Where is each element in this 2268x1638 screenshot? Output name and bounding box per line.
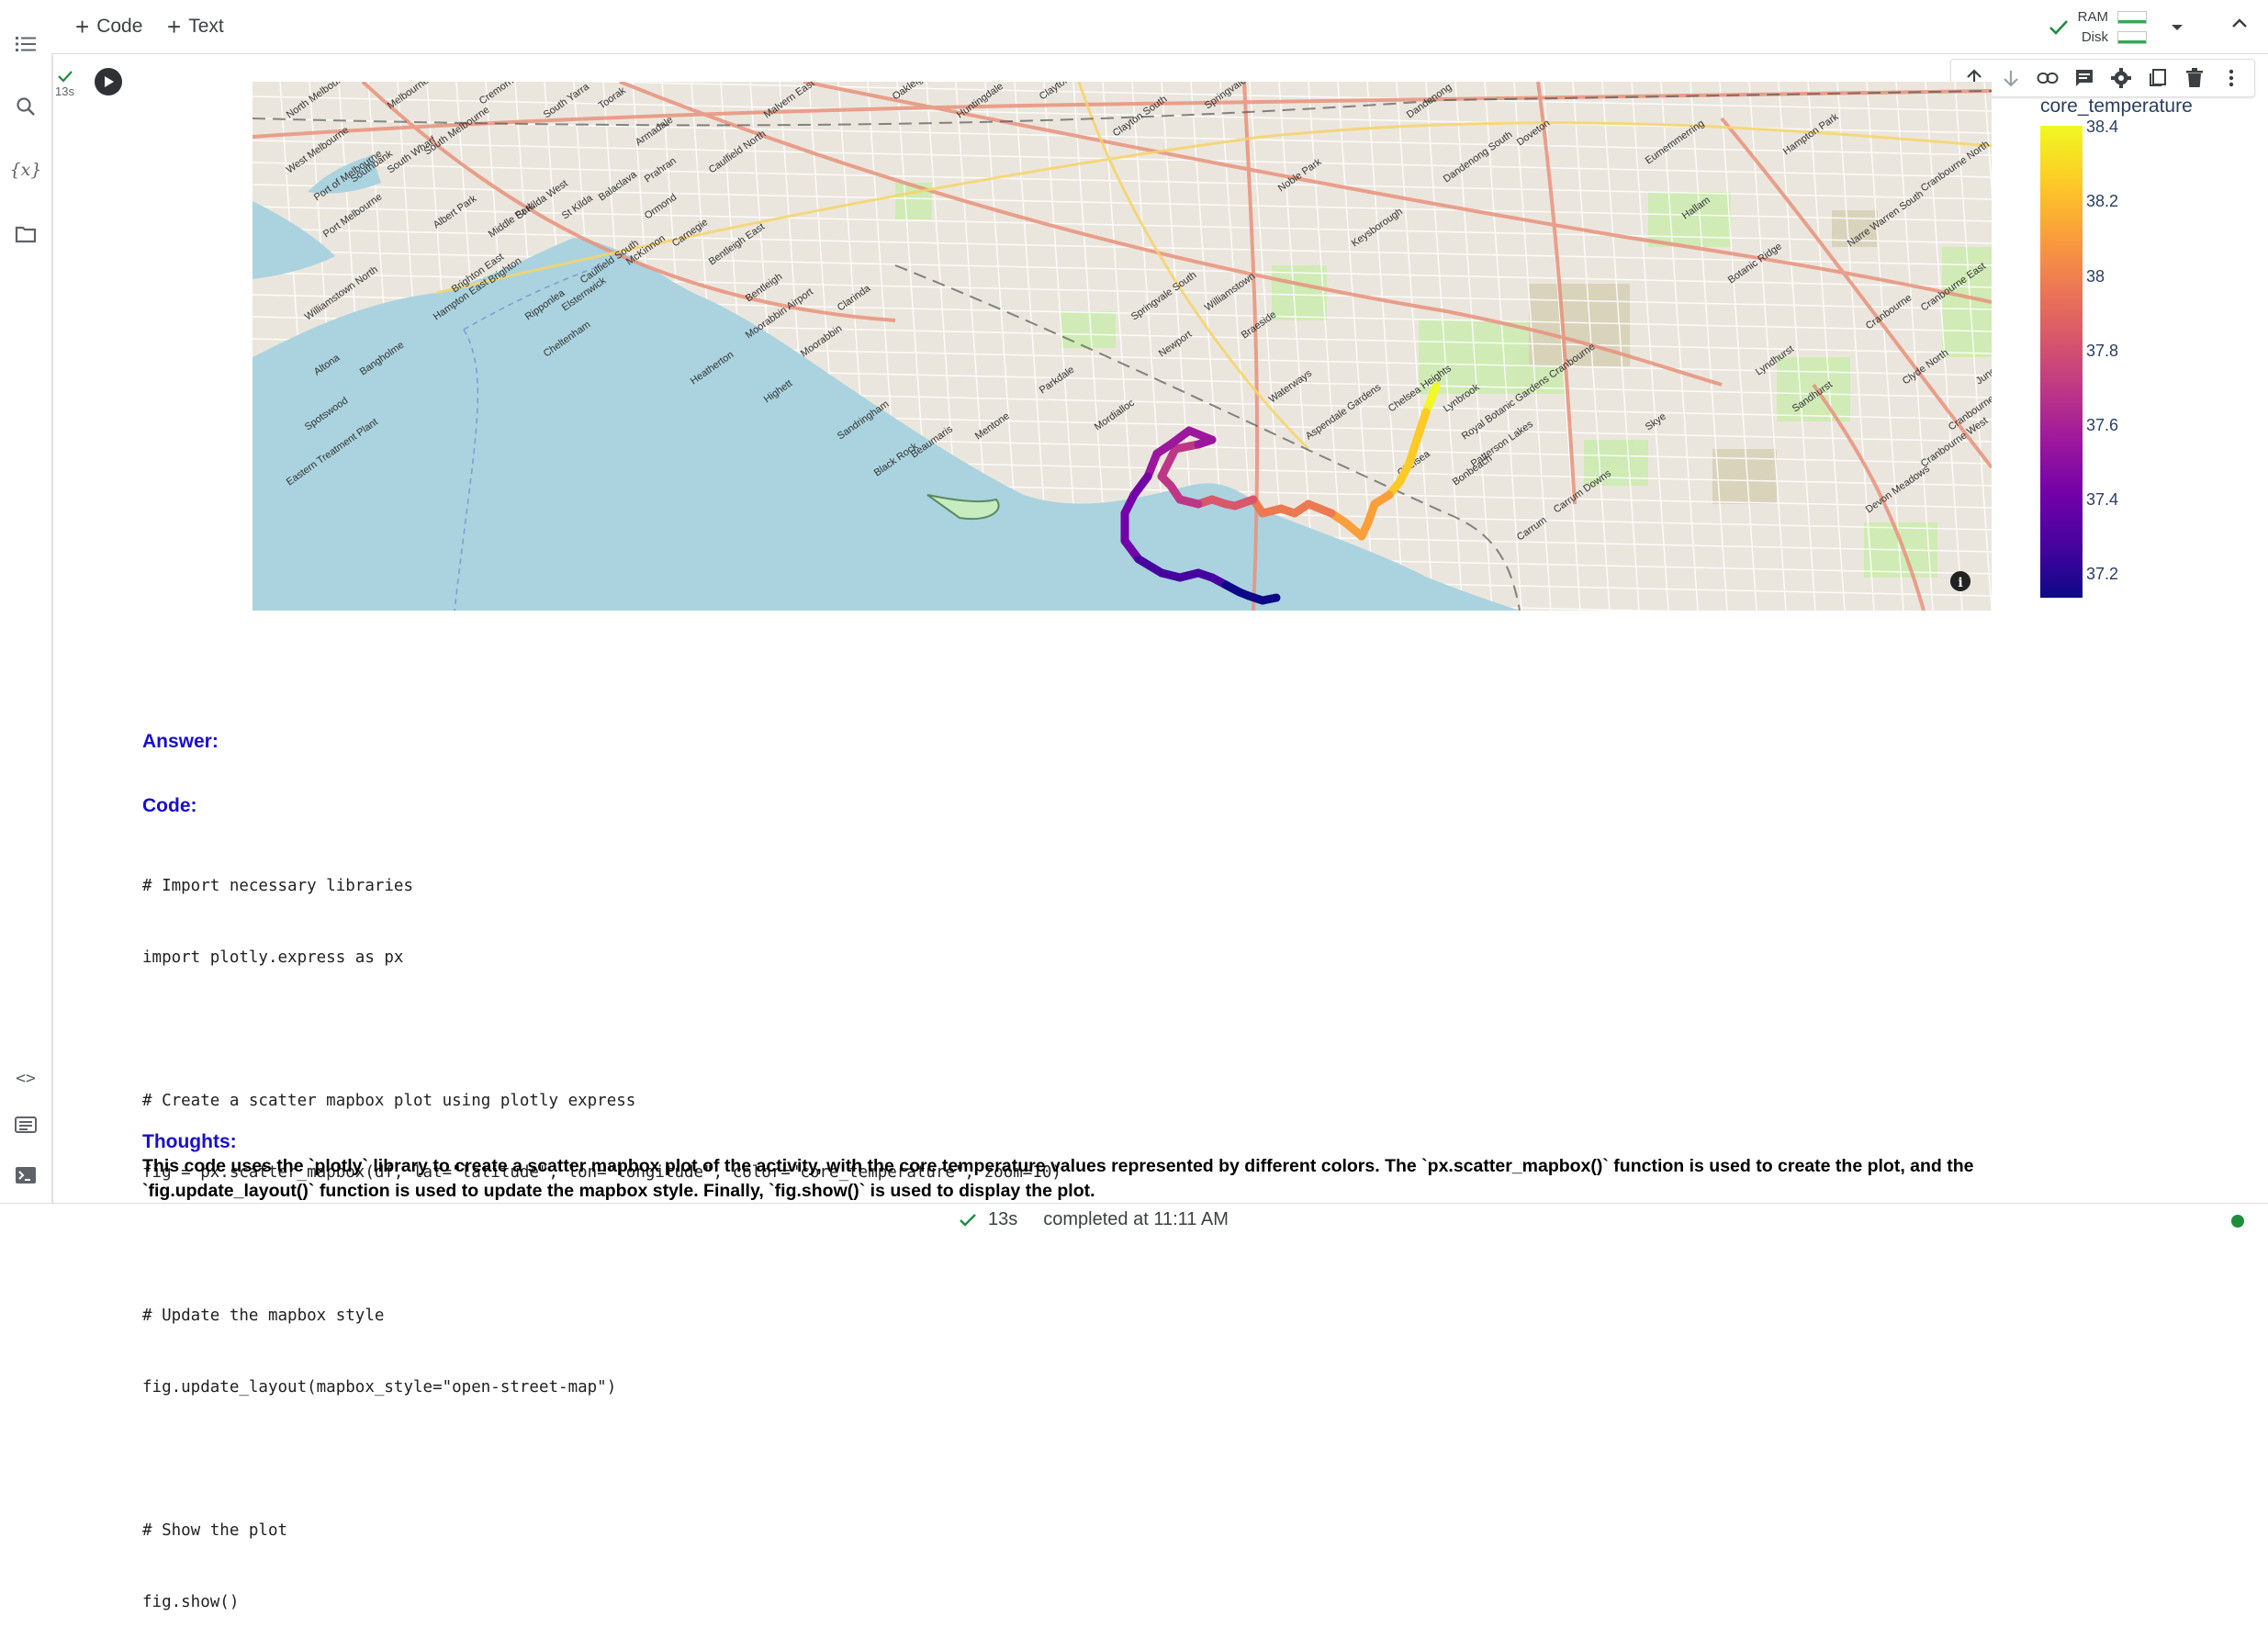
code-line: # Import necessary libraries xyxy=(142,877,414,895)
status-time: 13s xyxy=(988,1209,1018,1229)
code-heading: Code: xyxy=(142,795,197,816)
cell-exec-time: 13s xyxy=(55,84,74,98)
connection-status-icon xyxy=(2231,1215,2244,1228)
thoughts-heading: Thoughts: xyxy=(142,1131,237,1152)
colorbar-tick: 37.6 xyxy=(2086,416,2119,434)
code-line: # Create a scatter mapbox plot using plo… xyxy=(142,1092,636,1110)
table-of-contents-icon[interactable] xyxy=(11,29,40,59)
command-palette-icon[interactable] xyxy=(11,1110,40,1139)
colorbar-tick: 38.4 xyxy=(2086,118,2119,136)
code-line: fig.show() xyxy=(142,1593,240,1611)
connected-check-icon xyxy=(2049,20,2068,35)
cell-toolbar xyxy=(1950,59,2255,97)
more-options-icon[interactable] xyxy=(2214,61,2249,95)
disk-label: Disk xyxy=(2081,29,2108,45)
ram-bar xyxy=(2117,11,2147,24)
move-cell-down-icon[interactable] xyxy=(1993,61,2028,95)
map-canvas[interactable]: North Melbourne Melbourne Cremorne South Ya… xyxy=(253,82,1992,611)
colorbar-tick: 37.2 xyxy=(2086,565,2119,583)
run-cell-button[interactable] xyxy=(95,68,122,95)
status-check-icon xyxy=(960,1213,976,1227)
terminal-icon[interactable] xyxy=(11,1161,40,1190)
plus-icon: + xyxy=(75,13,90,40)
notebook-toolbar: + Code + Text RAM Disk xyxy=(51,0,2268,54)
disk-bar xyxy=(2117,31,2147,44)
colorbar-tick: 37.4 xyxy=(2086,490,2119,509)
trace-segment xyxy=(1258,593,1281,605)
colorbar xyxy=(2040,126,2083,598)
code-line: fig.update_layout(mapbox_style="open-str… xyxy=(142,1378,617,1397)
resource-monitor[interactable]: RAM Disk xyxy=(2049,7,2184,48)
comment-icon[interactable] xyxy=(2067,61,2102,95)
execution-status[interactable]: 13s completed at 11:11 AM xyxy=(959,1209,1229,1230)
code-line: # Show the plot xyxy=(142,1521,288,1540)
thoughts-text: This code uses the `plotly` library to c… xyxy=(142,1156,1974,1201)
scatter-mapbox-map[interactable]: North Melbourne Melbourne Cremorne South Ya… xyxy=(253,82,1992,611)
add-code-cell-button[interactable]: + Code xyxy=(75,11,142,42)
folder-icon[interactable] xyxy=(11,219,40,249)
cell-success-check-icon xyxy=(58,71,73,83)
colorbar-tick: 38 xyxy=(2086,267,2105,286)
add-text-label: Text xyxy=(188,16,224,37)
ram-label: RAM xyxy=(2077,9,2108,25)
colorbar-tick: 38.2 xyxy=(2086,192,2119,210)
code-line: import plotly.express as px xyxy=(142,948,404,967)
settings-gear-icon[interactable] xyxy=(2104,61,2139,95)
search-icon[interactable] xyxy=(11,92,40,121)
left-rail: {x} <> xyxy=(0,0,52,1235)
add-code-label: Code xyxy=(96,16,143,37)
answer-heading: Answer: xyxy=(142,731,219,752)
dropdown-arrow-icon[interactable] xyxy=(2171,23,2184,32)
delete-icon[interactable] xyxy=(2177,61,2212,95)
link-icon[interactable] xyxy=(2030,61,2065,95)
collapse-header-icon[interactable] xyxy=(2231,17,2248,33)
add-text-cell-button[interactable]: + Text xyxy=(167,11,224,42)
status-completed: completed at 11:11 AM xyxy=(1043,1209,1229,1229)
mirror-cell-icon[interactable] xyxy=(2140,61,2175,95)
play-icon xyxy=(105,76,114,87)
variables-icon[interactable]: {x} xyxy=(10,155,42,185)
plus-icon: + xyxy=(167,13,182,40)
colorbar-tick: 37.8 xyxy=(2086,342,2119,360)
code-snippets-icon[interactable]: <> xyxy=(11,1063,40,1093)
status-bar: 13s completed at 11:11 AM xyxy=(0,1203,2268,1236)
info-glyph: i xyxy=(1958,576,1962,590)
colorbar-title: core_temperature xyxy=(2040,95,2193,117)
code-line: # Update the mapbox style xyxy=(142,1307,385,1325)
